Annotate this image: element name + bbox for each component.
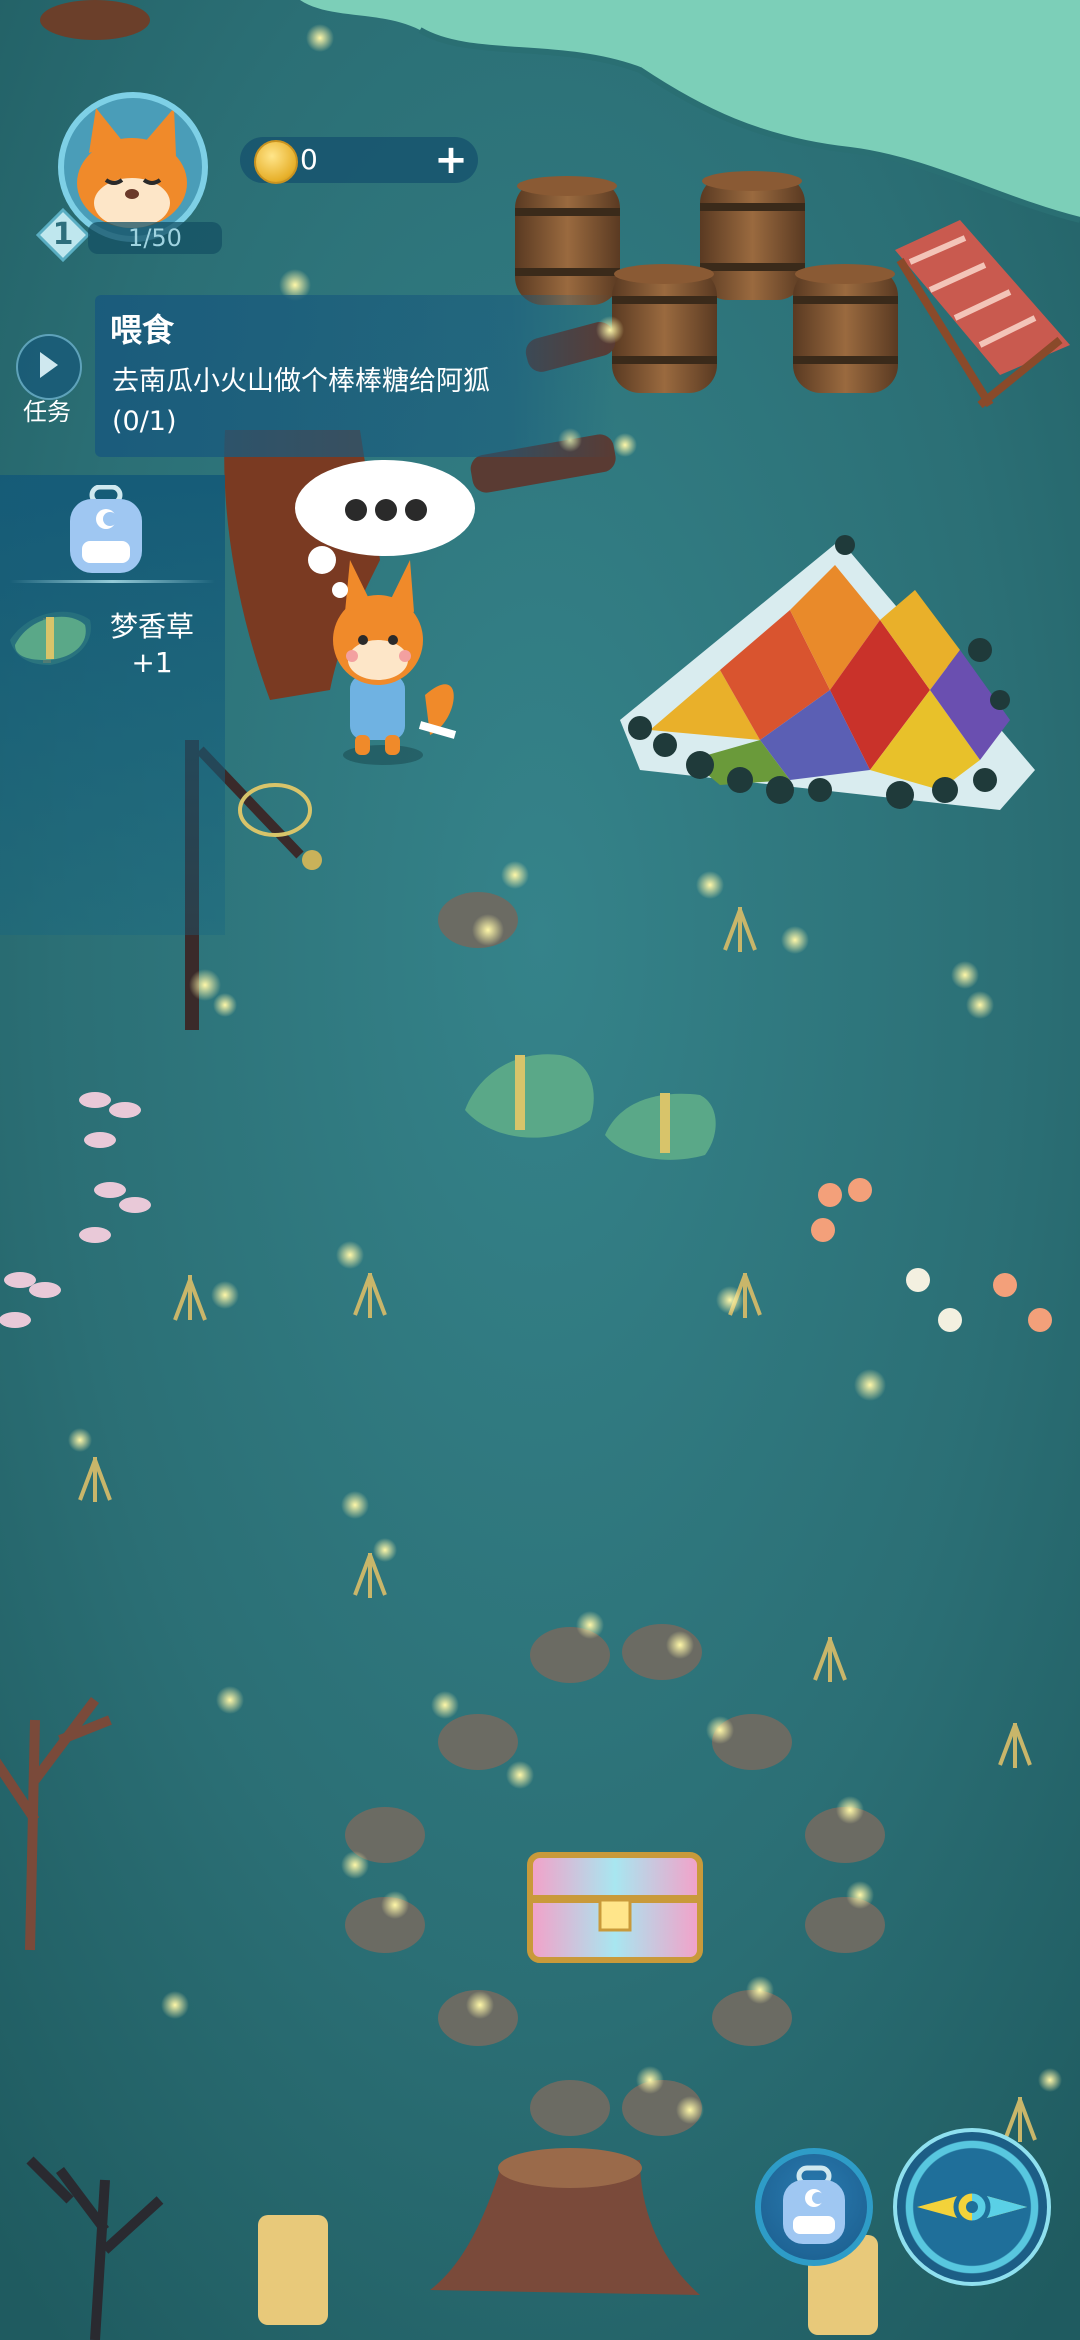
quest-objective: 去南瓜小火山做个棒棒糖给阿狐 [112, 366, 490, 397]
compass-button[interactable] [893, 2128, 1051, 2286]
pickup-item-name: 梦香草 [109, 610, 194, 643]
add-coins-button[interactable]: + [428, 137, 474, 183]
quest-description: 去南瓜小火山做个棒棒糖给阿狐 (0/1) [112, 362, 612, 442]
coin-icon [254, 140, 298, 184]
treasure-chest [527, 1852, 703, 1963]
pickup-item-amount: +1 [131, 646, 173, 679]
wooden-post [258, 2215, 328, 2325]
quest-toggle-button[interactable] [16, 334, 82, 400]
compass-icon [917, 2188, 1027, 2226]
quest-progress: (0/1) [112, 406, 177, 437]
quest-toggle-label: 任务 [23, 398, 71, 426]
backpack-icon [783, 2165, 845, 2244]
divider [10, 580, 215, 583]
quest-title: 喂食 [110, 311, 175, 349]
coin-amount: 0 [300, 143, 318, 176]
grass-bundle-icon [10, 605, 90, 665]
play-arrow-icon [40, 352, 58, 378]
backpack-icon[interactable] [62, 484, 150, 577]
player-level: 1 [52, 217, 74, 252]
xp-text: 1/50 [128, 224, 182, 252]
bag-button[interactable] [755, 2148, 873, 2266]
